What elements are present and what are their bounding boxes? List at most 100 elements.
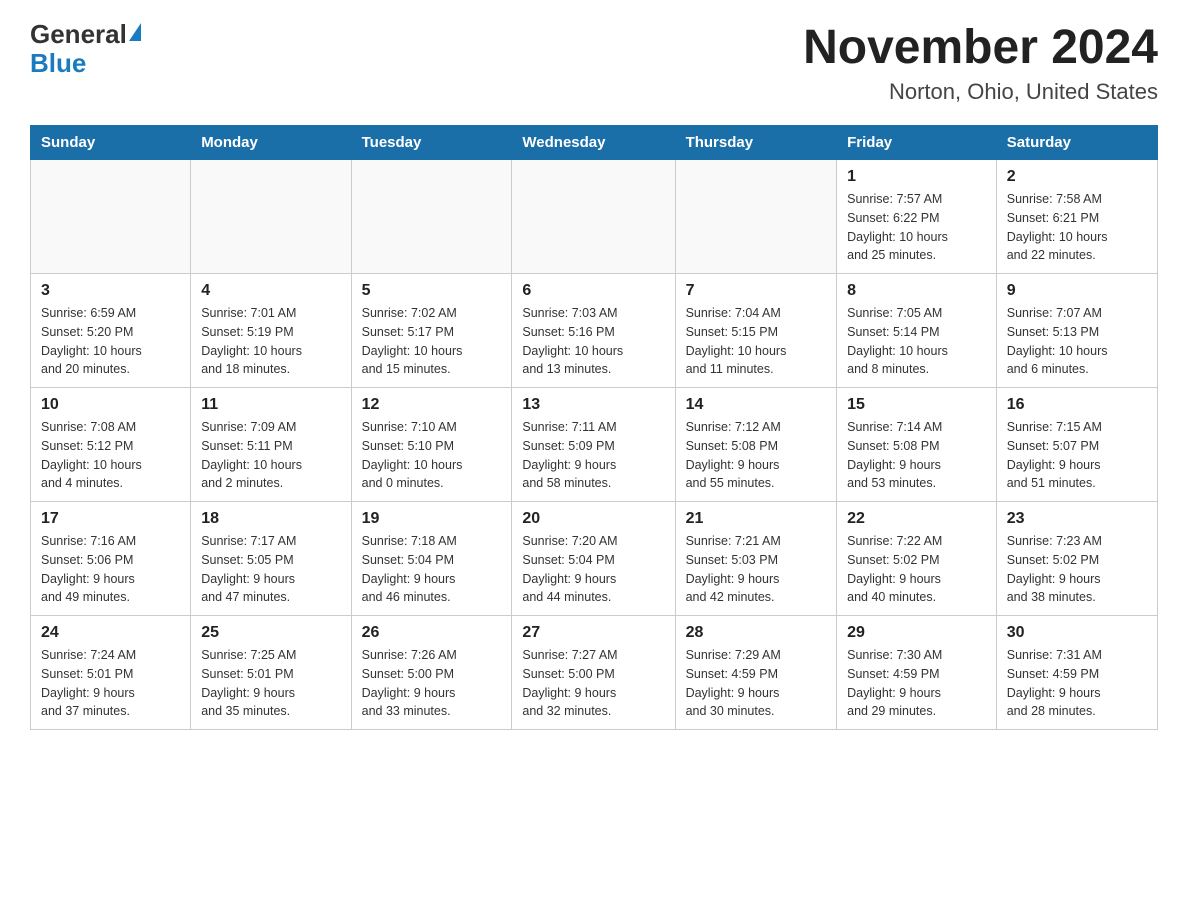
day-sun-info: Sunrise: 7:57 AMSunset: 6:22 PMDaylight:… [847, 190, 986, 265]
calendar-week-row: 24 Sunrise: 7:24 AMSunset: 5:01 PMDayligh… [31, 616, 1158, 730]
day-number: 25 [201, 624, 340, 642]
logo-general-text: General [30, 20, 127, 49]
month-year-title: November 2024 [803, 20, 1158, 75]
day-sun-info: Sunrise: 7:22 AMSunset: 5:02 PMDaylight:… [847, 532, 986, 607]
calendar-table: SundayMondayTuesdayWednesdayThursdayFrid… [30, 125, 1158, 730]
day-sun-info: Sunrise: 7:10 AMSunset: 5:10 PMDaylight:… [362, 418, 502, 493]
logo: General Blue [30, 20, 141, 77]
day-sun-info: Sunrise: 7:27 AMSunset: 5:00 PMDaylight:… [522, 646, 664, 721]
day-sun-info: Sunrise: 7:08 AMSunset: 5:12 PMDaylight:… [41, 418, 180, 493]
day-number: 7 [686, 282, 827, 300]
day-number: 16 [1007, 396, 1147, 414]
day-number: 3 [41, 282, 180, 300]
day-sun-info: Sunrise: 7:58 AMSunset: 6:21 PMDaylight:… [1007, 190, 1147, 265]
day-number: 14 [686, 396, 827, 414]
day-number: 5 [362, 282, 502, 300]
day-sun-info: Sunrise: 7:29 AMSunset: 4:59 PMDaylight:… [686, 646, 827, 721]
calendar-day-cell: 23 Sunrise: 7:23 AMSunset: 5:02 PMDayligh… [996, 502, 1157, 616]
calendar-day-cell: 8Sunrise: 7:05 AMSunset: 5:14 PMDaylight… [837, 274, 997, 388]
calendar-day-cell: 20Sunrise: 7:20 AMSunset: 5:04 PMDayligh… [512, 502, 675, 616]
day-sun-info: Sunrise: 7:03 AMSunset: 5:16 PMDaylight:… [522, 304, 664, 379]
calendar-weekday-header: Saturday [996, 126, 1157, 160]
day-sun-info: Sunrise: 7:09 AMSunset: 5:11 PMDaylight:… [201, 418, 340, 493]
calendar-day-cell: 10 Sunrise: 7:08 AMSunset: 5:12 PMDayligh… [31, 388, 191, 502]
day-sun-info: Sunrise: 6:59 AMSunset: 5:20 PMDaylight:… [41, 304, 180, 379]
page-header: General Blue November 2024 Norton, Ohio,… [30, 20, 1158, 105]
title-block: November 2024 Norton, Ohio, United State… [803, 20, 1158, 105]
day-sun-info: Sunrise: 7:15 AMSunset: 5:07 PMDaylight:… [1007, 418, 1147, 493]
day-sun-info: Sunrise: 7:25 AMSunset: 5:01 PMDaylight:… [201, 646, 340, 721]
day-sun-info: Sunrise: 7:02 AMSunset: 5:17 PMDaylight:… [362, 304, 502, 379]
day-number: 2 [1007, 168, 1147, 186]
day-sun-info: Sunrise: 7:23 AMSunset: 5:02 PMDaylight:… [1007, 532, 1147, 607]
day-sun-info: Sunrise: 7:17 AMSunset: 5:05 PMDaylight:… [201, 532, 340, 607]
day-number: 30 [1007, 624, 1147, 642]
calendar-day-cell: 28 Sunrise: 7:29 AMSunset: 4:59 PMDayligh… [675, 616, 837, 730]
calendar-weekday-header: Sunday [31, 126, 191, 160]
calendar-day-cell: 1 Sunrise: 7:57 AMSunset: 6:22 PMDaylight… [837, 160, 997, 274]
calendar-weekday-header: Thursday [675, 126, 837, 160]
day-number: 18 [201, 510, 340, 528]
calendar-day-cell [191, 160, 351, 274]
calendar-day-cell: 25 Sunrise: 7:25 AMSunset: 5:01 PMDayligh… [191, 616, 351, 730]
calendar-day-cell: 24 Sunrise: 7:24 AMSunset: 5:01 PMDayligh… [31, 616, 191, 730]
calendar-day-cell: 11 Sunrise: 7:09 AMSunset: 5:11 PMDayligh… [191, 388, 351, 502]
day-number: 17 [41, 510, 180, 528]
day-number: 29 [847, 624, 986, 642]
day-number: 23 [1007, 510, 1147, 528]
day-sun-info: Sunrise: 7:11 AMSunset: 5:09 PMDaylight:… [522, 418, 664, 493]
day-sun-info: Sunrise: 7:01 AMSunset: 5:19 PMDaylight:… [201, 304, 340, 379]
day-number: 27 [522, 624, 664, 642]
day-sun-info: Sunrise: 7:16 AMSunset: 5:06 PMDaylight:… [41, 532, 180, 607]
calendar-day-cell: 27 Sunrise: 7:27 AMSunset: 5:00 PMDayligh… [512, 616, 675, 730]
calendar-day-cell: 14 Sunrise: 7:12 AMSunset: 5:08 PMDayligh… [675, 388, 837, 502]
calendar-day-cell [512, 160, 675, 274]
day-number: 10 [41, 396, 180, 414]
calendar-week-row: 1 Sunrise: 7:57 AMSunset: 6:22 PMDaylight… [31, 160, 1158, 274]
calendar-day-cell: 21Sunrise: 7:21 AMSunset: 5:03 PMDayligh… [675, 502, 837, 616]
day-number: 1 [847, 168, 986, 186]
calendar-day-cell: 12 Sunrise: 7:10 AMSunset: 5:10 PMDayligh… [351, 388, 512, 502]
day-sun-info: Sunrise: 7:12 AMSunset: 5:08 PMDaylight:… [686, 418, 827, 493]
calendar-weekday-header: Friday [837, 126, 997, 160]
day-number: 22 [847, 510, 986, 528]
calendar-day-cell: 16 Sunrise: 7:15 AMSunset: 5:07 PMDayligh… [996, 388, 1157, 502]
calendar-day-cell: 22 Sunrise: 7:22 AMSunset: 5:02 PMDayligh… [837, 502, 997, 616]
day-number: 20 [522, 510, 664, 528]
calendar-week-row: 3 Sunrise: 6:59 AMSunset: 5:20 PMDaylight… [31, 274, 1158, 388]
logo-blue-text: Blue [30, 48, 86, 78]
day-number: 9 [1007, 282, 1147, 300]
calendar-day-cell: 19 Sunrise: 7:18 AMSunset: 5:04 PMDayligh… [351, 502, 512, 616]
day-sun-info: Sunrise: 7:24 AMSunset: 5:01 PMDaylight:… [41, 646, 180, 721]
location-subtitle: Norton, Ohio, United States [803, 79, 1158, 105]
day-number: 21 [686, 510, 827, 528]
calendar-day-cell: 26Sunrise: 7:26 AMSunset: 5:00 PMDayligh… [351, 616, 512, 730]
calendar-weekday-header: Tuesday [351, 126, 512, 160]
calendar-day-cell: 17 Sunrise: 7:16 AMSunset: 5:06 PMDayligh… [31, 502, 191, 616]
day-number: 15 [847, 396, 986, 414]
day-number: 4 [201, 282, 340, 300]
calendar-day-cell: 3 Sunrise: 6:59 AMSunset: 5:20 PMDaylight… [31, 274, 191, 388]
calendar-day-cell: 6Sunrise: 7:03 AMSunset: 5:16 PMDaylight… [512, 274, 675, 388]
calendar-day-cell: 18 Sunrise: 7:17 AMSunset: 5:05 PMDayligh… [191, 502, 351, 616]
calendar-day-cell: 5 Sunrise: 7:02 AMSunset: 5:17 PMDaylight… [351, 274, 512, 388]
calendar-header-row: SundayMondayTuesdayWednesdayThursdayFrid… [31, 126, 1158, 160]
day-sun-info: Sunrise: 7:07 AMSunset: 5:13 PMDaylight:… [1007, 304, 1147, 379]
day-number: 11 [201, 396, 340, 414]
calendar-week-row: 17 Sunrise: 7:16 AMSunset: 5:06 PMDayligh… [31, 502, 1158, 616]
day-sun-info: Sunrise: 7:30 AMSunset: 4:59 PMDaylight:… [847, 646, 986, 721]
day-number: 12 [362, 396, 502, 414]
day-number: 19 [362, 510, 502, 528]
calendar-day-cell: 2 Sunrise: 7:58 AMSunset: 6:21 PMDaylight… [996, 160, 1157, 274]
calendar-week-row: 10 Sunrise: 7:08 AMSunset: 5:12 PMDayligh… [31, 388, 1158, 502]
calendar-day-cell: 30Sunrise: 7:31 AMSunset: 4:59 PMDayligh… [996, 616, 1157, 730]
day-number: 24 [41, 624, 180, 642]
calendar-weekday-header: Wednesday [512, 126, 675, 160]
day-sun-info: Sunrise: 7:04 AMSunset: 5:15 PMDaylight:… [686, 304, 827, 379]
calendar-day-cell: 7 Sunrise: 7:04 AMSunset: 5:15 PMDaylight… [675, 274, 837, 388]
day-sun-info: Sunrise: 7:18 AMSunset: 5:04 PMDaylight:… [362, 532, 502, 607]
day-number: 28 [686, 624, 827, 642]
calendar-day-cell: 9 Sunrise: 7:07 AMSunset: 5:13 PMDaylight… [996, 274, 1157, 388]
day-number: 8 [847, 282, 986, 300]
calendar-day-cell: 4 Sunrise: 7:01 AMSunset: 5:19 PMDaylight… [191, 274, 351, 388]
